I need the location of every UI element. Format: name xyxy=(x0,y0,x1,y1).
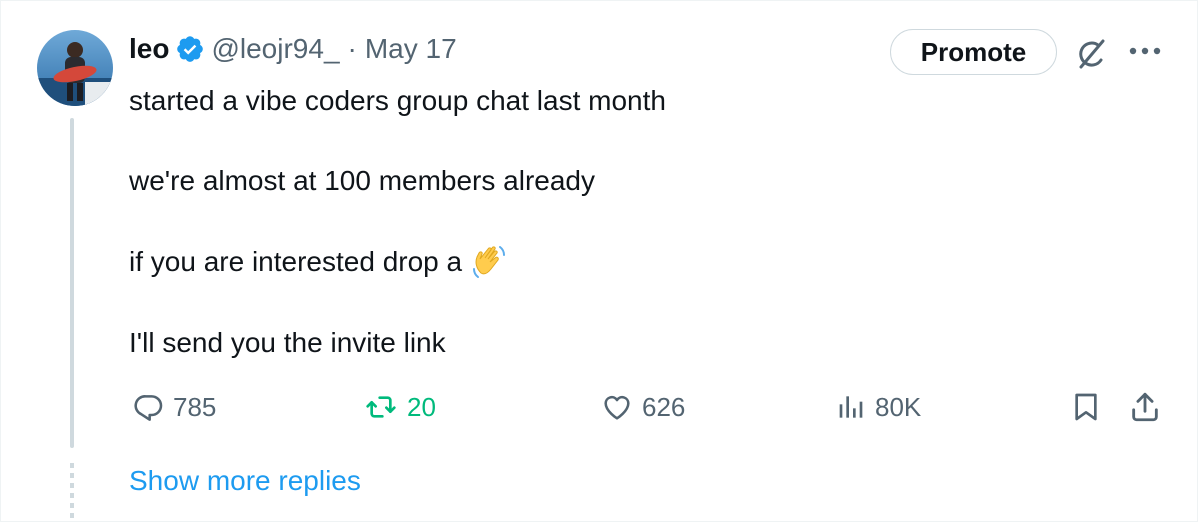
avatar[interactable] xyxy=(37,30,113,106)
share-icon xyxy=(1132,392,1158,422)
tweet-line-1: started a vibe coders group chat last mo… xyxy=(129,83,1129,119)
reply-button[interactable]: 785 xyxy=(133,387,216,427)
bookmark-icon xyxy=(1075,393,1097,421)
waving-hand-emoji xyxy=(470,243,508,281)
views-button[interactable]: 80K xyxy=(835,387,921,427)
more-icon[interactable] xyxy=(1127,39,1163,63)
like-icon xyxy=(604,395,630,420)
tweet-line-3-text: if you are interested drop a xyxy=(129,246,463,277)
thread-dots xyxy=(70,463,74,522)
author-handle[interactable]: @leojr94_ xyxy=(211,33,339,65)
repost-count: 20 xyxy=(407,391,436,422)
tweet-line-3: if you are interested drop a xyxy=(129,243,1129,281)
tweet-line-2: we're almost at 100 members already xyxy=(129,163,1129,199)
reply-icon xyxy=(134,395,163,421)
grok-icon[interactable] xyxy=(1071,34,1111,74)
tweet-line-1-text: started a vibe coders group chat last mo… xyxy=(129,85,666,116)
separator: · xyxy=(347,33,357,64)
view-count: 80K xyxy=(875,391,922,422)
promote-button[interactable]: Promote xyxy=(890,29,1057,75)
bookmark-button[interactable] xyxy=(1070,387,1110,427)
tweet-actions: 785 20 626 80K xyxy=(1,387,1198,427)
tweet-line-4: I'll send you the invite link xyxy=(129,325,1129,361)
author-name[interactable]: leo xyxy=(129,33,169,65)
share-button[interactable] xyxy=(1128,387,1170,427)
repost-icon xyxy=(366,396,396,418)
show-more-replies-link[interactable]: Show more replies xyxy=(129,465,361,497)
like-button[interactable]: 626 xyxy=(600,387,685,427)
repost-button[interactable]: 20 xyxy=(363,387,436,427)
tweet-line-4-text: I'll send you the invite link xyxy=(129,327,446,358)
tweet-date[interactable]: May 17 xyxy=(365,33,457,65)
like-count: 626 xyxy=(642,391,686,422)
tweet-text: started a vibe coders group chat last mo… xyxy=(129,83,1129,361)
verified-badge-icon[interactable] xyxy=(175,34,205,64)
tweet-line-2-text: we're almost at 100 members already xyxy=(129,165,595,196)
reply-count: 785 xyxy=(173,391,217,422)
tweet-card[interactable]: leo @leojr94_ · May 17 Promote started a… xyxy=(0,0,1198,522)
tweet-header: leo @leojr94_ · May 17 xyxy=(129,31,457,67)
views-icon xyxy=(839,396,863,418)
